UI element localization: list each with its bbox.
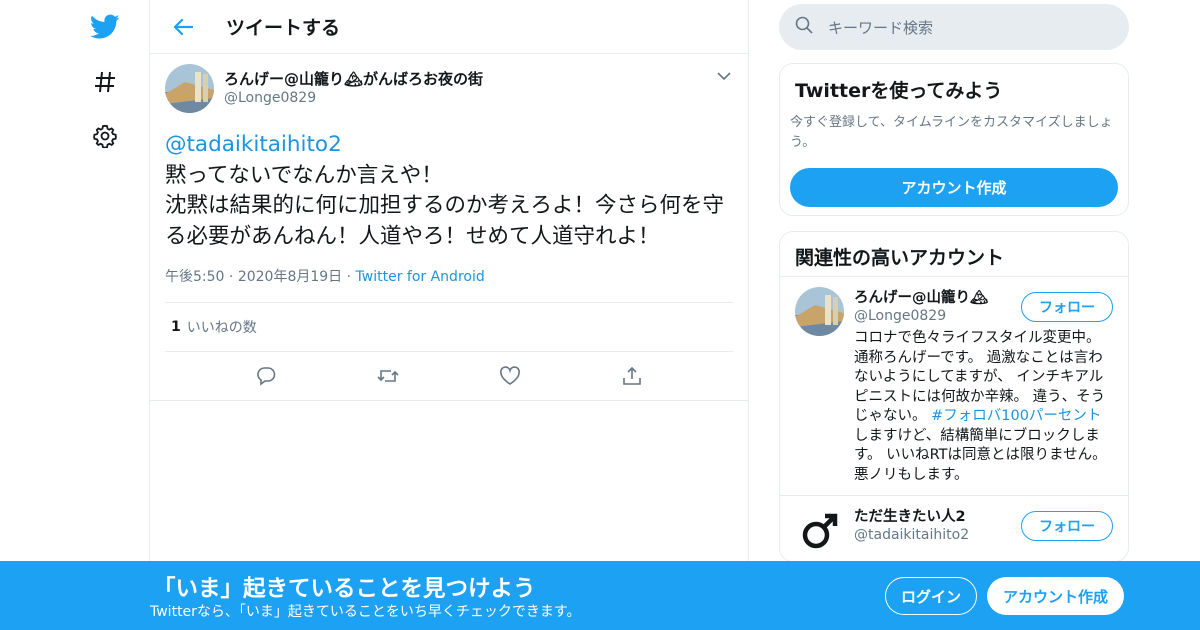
login-button[interactable]: ログイン xyxy=(885,577,977,615)
like-label: いいねの数 xyxy=(186,320,257,336)
author-display-name[interactable]: ろんげー@山籠り🏔がんばろお夜の街 xyxy=(224,68,483,89)
tweet-date: 2020年8月19日 xyxy=(237,269,343,285)
chevron-down-icon[interactable] xyxy=(714,66,734,86)
avatar[interactable] xyxy=(795,506,844,555)
like-count: 1 xyxy=(171,319,181,335)
tweet-meta: 午後5:50 · 2020年8月19日 · Twitter for Androi… xyxy=(165,266,733,292)
tweet-line: 沈黙は結果的に何に加担するのか考えろよ！今さら何を守る必要があんねん！人道やろ！… xyxy=(165,193,725,249)
banner-headline: 「いま」起きていることを見つけよう xyxy=(153,576,536,602)
follow-button[interactable]: フォロー xyxy=(1021,511,1113,541)
page-header: ツイートする xyxy=(150,0,748,54)
tweet-time: 午後5:50 xyxy=(165,269,225,285)
tweet-line: 黙ってないでなんか言えや！ xyxy=(165,162,443,188)
meta-separator: · xyxy=(346,269,356,285)
tweet-source-link[interactable]: Twitter for Android xyxy=(356,269,485,285)
search-placeholder: キーワード検索 xyxy=(828,18,934,37)
meta-separator: · xyxy=(228,269,238,285)
heart-icon[interactable] xyxy=(492,358,528,394)
hashtag-icon[interactable] xyxy=(85,62,125,102)
search-input[interactable]: キーワード検索 xyxy=(779,4,1129,50)
related-accounts-card: 関連性の高いアカウント ろんげー@山籠り🏔 @Longe0829 コロナで色々ラ… xyxy=(779,231,1129,562)
tweet-actions xyxy=(165,352,733,400)
tweet-mention-link[interactable]: @tadaikitaihito2 xyxy=(165,130,733,161)
main-column: ツイートする ろんげー@山籠り🏔がんばろお夜の街 @Longe0829 @tad… xyxy=(149,0,749,630)
signup-card: Twitterを使ってみよう 今すぐ登録して、タイムラインをカスタマイズしましょ… xyxy=(779,63,1129,216)
gear-icon[interactable] xyxy=(85,116,125,156)
like-stats[interactable]: 1 いいねの数 xyxy=(165,302,733,352)
related-account[interactable]: ろんげー@山籠り🏔 @Longe0829 コロナで色々ライフスタイル変更中。通称… xyxy=(780,277,1128,496)
avatar[interactable] xyxy=(795,287,844,336)
signup-button[interactable]: アカウント作成 xyxy=(987,577,1124,615)
avatar[interactable] xyxy=(165,64,214,113)
reply-icon[interactable] xyxy=(248,358,284,394)
create-account-button[interactable]: アカウント作成 xyxy=(790,168,1118,207)
banner-subtext: Twitterなら、「いま」起きていることをいち早くチェックできます。 xyxy=(150,604,581,620)
signup-card-title: Twitterを使ってみよう xyxy=(795,80,1003,102)
author-handle[interactable]: @Longe0829 xyxy=(224,90,483,106)
twitter-bird-icon[interactable] xyxy=(85,7,125,47)
share-icon[interactable] xyxy=(614,358,650,394)
related-accounts-title: 関連性の高いアカウント xyxy=(780,232,1128,277)
retweet-icon[interactable] xyxy=(370,358,406,394)
divider xyxy=(150,400,748,401)
follow-button[interactable]: フォロー xyxy=(1021,292,1113,322)
search-icon xyxy=(795,16,813,38)
signup-banner: 「いま」起きていることを見つけよう Twitterなら、「いま」起きていることを… xyxy=(0,561,1200,630)
account-bio: コロナで色々ライフスタイル変更中。通称ろんげーです。 過激なことは言わないように… xyxy=(854,329,1113,495)
page-title: ツイートする xyxy=(226,17,341,39)
bio-hashtag-link[interactable]: #フォロバ100パーセント xyxy=(931,408,1101,424)
bio-text: しますけど、結構簡単にブロックします。 いいねRTは同意とは限りません。 悪ノリ… xyxy=(854,427,1107,483)
back-arrow-icon[interactable] xyxy=(168,12,198,42)
signup-card-desc: 今すぐ登録して、タイムラインをカスタマイズしましょう。 xyxy=(790,115,1113,150)
tweet-author: ろんげー@山籠り🏔がんばろお夜の街 @Longe0829 xyxy=(165,64,733,114)
tweet: ろんげー@山籠り🏔がんばろお夜の街 @Longe0829 @tadaikitai… xyxy=(150,54,748,401)
tweet-text: @tadaikitaihito2 黙ってないでなんか言えや！ 沈黙は結果的に何に… xyxy=(165,130,733,252)
related-account[interactable]: ただ生きたい人2 @tadaikitaihito2 フォロー xyxy=(780,496,1128,561)
